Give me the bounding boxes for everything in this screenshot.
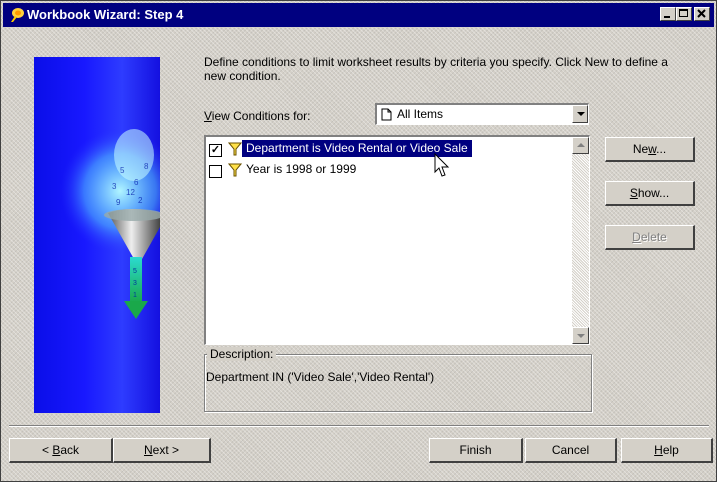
view-conditions-dropdown[interactable]: All Items [375, 103, 589, 125]
cancel-button[interactable]: Cancel [525, 438, 617, 463]
conditions-scrollbar[interactable] [572, 137, 589, 344]
svg-text:2: 2 [138, 196, 143, 205]
dropdown-arrow-icon[interactable] [572, 105, 588, 123]
minimize-button[interactable] [660, 7, 676, 21]
new-button[interactable]: New... [605, 137, 695, 162]
help-button-text-post: elp [662, 443, 679, 457]
funnel-illustration-icon: 56 38 122 9 531 [60, 129, 160, 319]
minimize-icon [664, 16, 670, 18]
view-conditions-label-rest: iew Conditions for: [211, 109, 311, 123]
view-conditions-selected: All Items [397, 107, 444, 121]
condition-label-year: Year is 1998 or 1999 [246, 162, 357, 176]
intro-text: Define conditions to limit worksheet res… [204, 55, 668, 83]
view-conditions-label: View Conditions for: [204, 109, 311, 123]
condition-checkbox-department[interactable]: ✓ [209, 144, 222, 157]
description-label: Description: [207, 347, 277, 361]
delete-button-accel: D [632, 230, 641, 244]
maximize-button[interactable] [676, 7, 692, 21]
wizard-icon [11, 8, 24, 22]
scroll-down-button[interactable] [572, 327, 589, 344]
scroll-up-button[interactable] [572, 137, 589, 154]
new-button-text-post: ... [656, 142, 667, 156]
conditions-list[interactable]: ✓ Department is Video Rental or Video Sa… [204, 135, 590, 345]
condition-row-year[interactable]: Year is 1998 or 1999 [206, 160, 568, 180]
show-button-text-post: how... [637, 186, 670, 200]
svg-text:1: 1 [133, 292, 137, 299]
next-button-text-post: ext > [152, 443, 180, 457]
svg-text:5: 5 [120, 166, 125, 175]
delete-button-text-post: elete [640, 230, 667, 244]
new-button-text-pre: Ne [632, 142, 649, 156]
svg-text:8: 8 [144, 162, 149, 171]
svg-text:9: 9 [116, 198, 121, 207]
finish-button[interactable]: Finish [429, 438, 523, 463]
help-button[interactable]: Help [621, 438, 713, 463]
document-icon [381, 108, 392, 121]
help-button-accel: H [654, 443, 663, 457]
next-button-accel: N [143, 443, 153, 457]
show-button-accel: S [629, 186, 638, 200]
new-button-accel: w [648, 142, 657, 156]
back-button[interactable]: < Back [9, 438, 113, 463]
wizard-funnel-illustration: 56 38 12 2 9 531 [34, 57, 160, 413]
funnel-filter-icon [228, 163, 242, 177]
svg-text:3: 3 [112, 182, 117, 191]
delete-button[interactable]: Delete [605, 225, 695, 250]
back-button-text-post: ack [60, 443, 80, 457]
close-icon [697, 9, 706, 18]
svg-text:3: 3 [133, 280, 137, 287]
svg-text:6: 6 [134, 178, 139, 187]
show-button[interactable]: Show... [605, 181, 695, 206]
mouse-pointer-icon [434, 153, 450, 177]
description-text: Department IN ('Video Sale','Video Renta… [206, 370, 435, 384]
svg-text:12: 12 [126, 188, 135, 197]
close-button[interactable] [694, 7, 710, 21]
window-title: Workbook Wizard: Step 4 [27, 7, 184, 22]
view-conditions-accel: V [204, 109, 212, 123]
back-button-text-pre: < [41, 443, 53, 457]
maximize-icon [679, 9, 688, 17]
funnel-filter-icon [228, 142, 242, 156]
workbook-wizard-window: Workbook Wizard: Step 4 5 6 3 8 12 2 9 5… [0, 0, 717, 482]
title-bar[interactable]: Workbook Wizard: Step 4 [3, 3, 714, 27]
button-separator [9, 425, 709, 427]
condition-row-department[interactable]: ✓ Department is Video Rental or Video Sa… [206, 139, 568, 159]
condition-checkbox-year[interactable] [209, 165, 222, 178]
next-button[interactable]: Next > [113, 438, 211, 463]
svg-text:5: 5 [133, 268, 137, 275]
